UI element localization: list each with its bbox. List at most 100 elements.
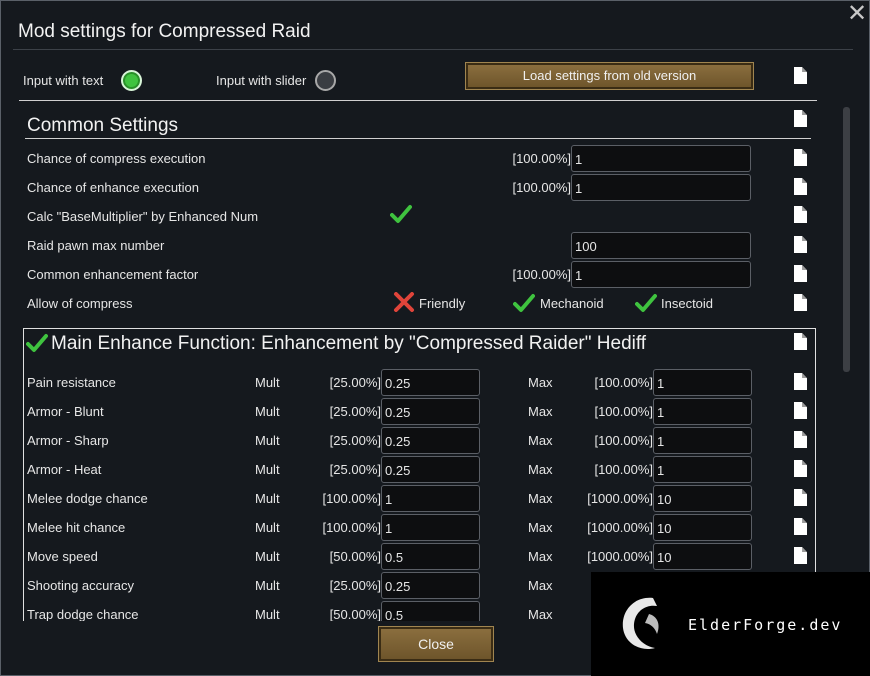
mult-percent: [50.00%] <box>329 549 381 564</box>
insectoid-label: Insectoid <box>661 296 714 311</box>
mult-percent: [25.00%] <box>329 404 381 419</box>
max-label: Max <box>528 491 553 506</box>
mult-label: Mult <box>255 549 280 564</box>
enhance-chance-percent: [100.00%] <box>512 180 571 195</box>
mult-percent: [25.00%] <box>329 578 381 593</box>
document-icon[interactable] <box>794 149 807 166</box>
max-input[interactable]: 10 <box>653 514 752 541</box>
enhance-row-label: Move speed <box>27 549 98 564</box>
mult-percent: [100.00%] <box>322 520 381 535</box>
watermark: ElderForge.dev <box>591 572 870 676</box>
mult-label: Mult <box>255 433 280 448</box>
max-percent: [1000.00%] <box>587 549 653 564</box>
compress-chance-percent: [100.00%] <box>512 151 571 166</box>
mult-label: Mult <box>255 491 280 506</box>
enhance-row-label: Armor - Heat <box>27 462 102 477</box>
mult-label: Mult <box>255 375 280 390</box>
max-percent: [100.00%] <box>594 433 653 448</box>
mult-input[interactable]: 0.5 <box>381 543 480 570</box>
document-icon[interactable] <box>794 265 807 282</box>
input-text-label: Input with text <box>23 73 104 88</box>
mult-label: Mult <box>255 520 280 535</box>
max-percent: [1000.00%] <box>587 491 653 506</box>
watermark-text: ElderForge.dev <box>688 616 843 634</box>
max-input[interactable]: 1 <box>653 427 752 454</box>
cross-icon[interactable] <box>393 292 415 312</box>
enhance-row-label: Armor - Sharp <box>27 433 109 448</box>
max-input[interactable]: 1 <box>653 456 752 483</box>
compress-chance-label: Chance of compress execution <box>27 151 206 166</box>
mult-input[interactable]: 0.5 <box>381 601 480 621</box>
close-window-icon[interactable]: ✕ <box>846 2 868 26</box>
compress-chance-input[interactable]: 1 <box>571 145 751 172</box>
document-icon[interactable] <box>794 67 807 84</box>
mult-label: Mult <box>255 578 280 593</box>
check-icon[interactable] <box>513 293 535 313</box>
max-percent: [100.00%] <box>594 462 653 477</box>
mult-percent: [100.00%] <box>322 491 381 506</box>
mod-settings-window: ✕ Mod settings for Compressed Raid Input… <box>0 0 870 676</box>
max-number-label: Raid pawn max number <box>27 238 165 253</box>
mult-input[interactable]: 0.25 <box>381 398 480 425</box>
max-percent: [100.00%] <box>594 404 653 419</box>
check-icon[interactable] <box>390 204 412 224</box>
document-icon[interactable] <box>794 178 807 195</box>
max-label: Max <box>528 375 553 390</box>
close-button[interactable]: Close <box>378 626 494 662</box>
max-label: Max <box>528 607 553 621</box>
enhance-chance-label: Chance of enhance execution <box>27 180 200 195</box>
allow-compress-label: Allow of compress <box>27 296 133 311</box>
mult-percent: [25.00%] <box>329 375 381 390</box>
load-settings-button[interactable]: Load settings from old version <box>465 62 754 90</box>
max-input[interactable]: 10 <box>653 543 752 570</box>
mult-input[interactable]: 0.25 <box>381 456 480 483</box>
enhance-row-label: Melee hit chance <box>27 520 126 535</box>
check-icon[interactable] <box>635 293 657 313</box>
mechanoid-label: Mechanoid <box>540 296 604 311</box>
max-label: Max <box>528 549 553 564</box>
max-input[interactable]: 1 <box>653 369 752 396</box>
title-divider <box>13 49 853 50</box>
enhance-row-label: Shooting accuracy <box>27 578 134 593</box>
document-icon[interactable] <box>794 110 807 127</box>
common-settings-divider <box>25 138 811 139</box>
document-icon[interactable] <box>794 206 807 223</box>
enhance-chance-input[interactable]: 1 <box>571 174 751 201</box>
enhance-row-label: Pain resistance <box>27 375 116 390</box>
mult-label: Mult <box>255 462 280 477</box>
max-input[interactable]: 1 <box>653 398 752 425</box>
main-enhance-title: Main Enhance Function: Enhancement by "C… <box>51 333 647 354</box>
max-label: Max <box>528 462 553 477</box>
enhancement-factor-percent: [100.00%] <box>512 267 571 282</box>
mult-percent: [25.00%] <box>329 433 381 448</box>
max-number-input[interactable]: 100 <box>571 232 751 259</box>
input-slider-radio[interactable] <box>315 70 336 91</box>
scrollbar-thumb[interactable] <box>843 107 850 372</box>
mult-input[interactable]: 0.25 <box>381 369 480 396</box>
enhance-row-label: Melee dodge chance <box>27 491 148 506</box>
mult-label: Mult <box>255 404 280 419</box>
header-divider <box>19 100 817 101</box>
check-icon[interactable] <box>26 333 48 353</box>
window-title: Mod settings for Compressed Raid <box>18 21 311 42</box>
mult-input[interactable]: 0.25 <box>381 572 480 599</box>
mult-input[interactable]: 0.25 <box>381 427 480 454</box>
mult-input[interactable]: 1 <box>381 514 480 541</box>
mult-input[interactable]: 1 <box>381 485 480 512</box>
settings-scroll-view: Common Settings Chance of compress execu… <box>19 105 819 621</box>
friendly-label: Friendly <box>419 296 466 311</box>
enhancement-factor-label: Common enhancement factor <box>27 267 199 282</box>
mult-percent: [50.00%] <box>329 607 381 621</box>
mult-label: Mult <box>255 607 280 621</box>
dragon-logo <box>622 597 659 650</box>
input-text-radio[interactable] <box>121 70 142 91</box>
document-icon[interactable] <box>794 236 807 253</box>
max-input[interactable]: 10 <box>653 485 752 512</box>
common-settings-title: Common Settings <box>27 115 179 136</box>
max-label: Max <box>528 578 553 593</box>
enhance-row-label: Trap dodge chance <box>27 607 139 621</box>
document-icon[interactable] <box>794 294 807 311</box>
max-label: Max <box>528 433 553 448</box>
input-slider-label: Input with slider <box>216 73 307 88</box>
enhancement-factor-input[interactable]: 1 <box>571 261 751 288</box>
